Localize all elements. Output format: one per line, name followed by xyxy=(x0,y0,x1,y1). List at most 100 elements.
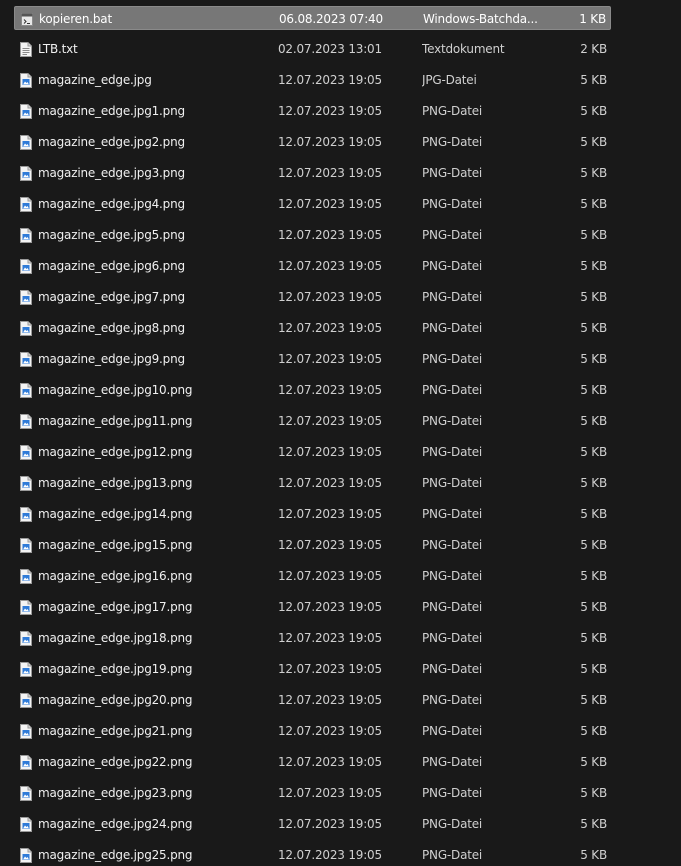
file-row[interactable]: magazine_edge.jpg5.png 12.07.2023 19:05 PN… xyxy=(14,223,611,247)
file-row[interactable]: magazine_edge.jpg20.png 12.07.2023 19:05 P… xyxy=(14,688,611,712)
batch-file-icon xyxy=(21,13,33,26)
image-file-icon xyxy=(20,507,32,522)
file-date: 12.07.2023 19:05 xyxy=(278,693,382,707)
text-file-icon xyxy=(20,42,32,57)
file-type: JPG-Datei xyxy=(422,73,477,87)
file-row[interactable]: magazine_edge.jpg12.png 12.07.2023 19:05 P… xyxy=(14,440,611,464)
file-size: 5 KB xyxy=(580,228,607,242)
file-date: 12.07.2023 19:05 xyxy=(278,104,382,118)
file-row[interactable]: LTB.txt 02.07.2023 13:01 Textdokument 2 KB xyxy=(14,37,611,61)
image-file-icon xyxy=(20,228,32,243)
image-file-icon xyxy=(20,166,32,181)
file-date: 12.07.2023 19:05 xyxy=(278,414,382,428)
file-row[interactable]: magazine_edge.jpg2.png 12.07.2023 19:05 PN… xyxy=(14,130,611,154)
file-name: magazine_edge.jpg3.png xyxy=(38,166,185,180)
file-type: PNG-Datei xyxy=(422,724,483,738)
file-type: PNG-Datei xyxy=(422,631,483,645)
file-type: PNG-Datei xyxy=(422,383,483,397)
file-row[interactable]: magazine_edge.jpg17.png 12.07.2023 19:05 P… xyxy=(14,595,611,619)
file-size: 5 KB xyxy=(580,817,607,831)
file-type: PNG-Datei xyxy=(422,352,483,366)
file-name: magazine_edge.jpg12.png xyxy=(38,445,193,459)
file-date: 02.07.2023 13:01 xyxy=(278,42,382,56)
file-date: 12.07.2023 19:05 xyxy=(278,383,382,397)
file-row[interactable]: magazine_edge.jpg22.png 12.07.2023 19:05 P… xyxy=(14,750,611,774)
file-name: magazine_edge.jpg24.png xyxy=(38,817,193,831)
file-row[interactable]: magazine_edge.jpg1.png 12.07.2023 19:05 PN… xyxy=(14,99,611,123)
file-name: magazine_edge.jpg13.png xyxy=(38,476,193,490)
file-date: 12.07.2023 19:05 xyxy=(278,848,382,862)
file-type: PNG-Datei xyxy=(422,848,483,862)
image-file-icon xyxy=(20,104,32,119)
file-row[interactable]: magazine_edge.jpg23.png 12.07.2023 19:05 P… xyxy=(14,781,611,805)
file-row[interactable]: magazine_edge.jpg11.png 12.07.2023 19:05 P… xyxy=(14,409,611,433)
image-file-icon xyxy=(20,290,32,305)
file-size: 5 KB xyxy=(580,662,607,676)
file-list: kopieren.bat 06.08.2023 07:40 Windows-Batc… xyxy=(0,0,681,866)
file-row[interactable]: magazine_edge.jpg4.png 12.07.2023 19:05 PN… xyxy=(14,192,611,216)
file-date: 12.07.2023 19:05 xyxy=(278,724,382,738)
file-size: 5 KB xyxy=(580,352,607,366)
file-size: 5 KB xyxy=(580,197,607,211)
file-type: PNG-Datei xyxy=(422,786,483,800)
file-type: PNG-Datei xyxy=(422,104,483,118)
file-name: magazine_edge.jpg19.png xyxy=(38,662,193,676)
file-size: 5 KB xyxy=(580,73,607,87)
file-row[interactable]: magazine_edge.jpg24.png 12.07.2023 19:05 P… xyxy=(14,812,611,836)
file-row[interactable]: magazine_edge.jpg7.png 12.07.2023 19:05 PN… xyxy=(14,285,611,309)
file-row[interactable]: magazine_edge.jpg13.png 12.07.2023 19:05 P… xyxy=(14,471,611,495)
file-row[interactable]: magazine_edge.jpg6.png 12.07.2023 19:05 PN… xyxy=(14,254,611,278)
image-file-icon xyxy=(20,724,32,739)
file-size: 5 KB xyxy=(580,693,607,707)
file-row[interactable]: magazine_edge.jpg14.png 12.07.2023 19:05 P… xyxy=(14,502,611,526)
file-row[interactable]: magazine_edge.jpg10.png 12.07.2023 19:05 P… xyxy=(14,378,611,402)
file-size: 5 KB xyxy=(580,445,607,459)
file-type: PNG-Datei xyxy=(422,414,483,428)
file-type: PNG-Datei xyxy=(422,476,483,490)
file-date: 12.07.2023 19:05 xyxy=(278,321,382,335)
file-name: magazine_edge.jpg15.png xyxy=(38,538,193,552)
file-size: 5 KB xyxy=(580,383,607,397)
file-date: 12.07.2023 19:05 xyxy=(278,507,382,521)
image-file-icon xyxy=(20,755,32,770)
file-type: PNG-Datei xyxy=(422,290,483,304)
file-row[interactable]: kopieren.bat 06.08.2023 07:40 Windows-Batc… xyxy=(14,6,611,30)
file-size: 5 KB xyxy=(580,290,607,304)
file-name: magazine_edge.jpg1.png xyxy=(38,104,185,118)
file-row[interactable]: magazine_edge.jpg18.png 12.07.2023 19:05 P… xyxy=(14,626,611,650)
file-date: 12.07.2023 19:05 xyxy=(278,259,382,273)
image-file-icon xyxy=(20,600,32,615)
file-date: 12.07.2023 19:05 xyxy=(278,600,382,614)
file-size: 5 KB xyxy=(580,631,607,645)
file-row[interactable]: magazine_edge.jpg3.png 12.07.2023 19:05 PN… xyxy=(14,161,611,185)
file-name: magazine_edge.jpg8.png xyxy=(38,321,185,335)
file-row[interactable]: magazine_edge.jpg 12.07.2023 19:05 JPG-Dat… xyxy=(14,68,611,92)
file-size: 5 KB xyxy=(580,569,607,583)
file-size: 5 KB xyxy=(580,321,607,335)
file-type: PNG-Datei xyxy=(422,228,483,242)
file-type: PNG-Datei xyxy=(422,600,483,614)
file-size: 5 KB xyxy=(580,166,607,180)
file-row[interactable]: magazine_edge.jpg19.png 12.07.2023 19:05 P… xyxy=(14,657,611,681)
image-file-icon xyxy=(20,817,32,832)
file-name: magazine_edge.jpg11.png xyxy=(38,414,193,428)
image-file-icon xyxy=(20,321,32,336)
file-type: Textdokument xyxy=(422,42,505,56)
file-name: kopieren.bat xyxy=(39,12,112,26)
file-row[interactable]: magazine_edge.jpg9.png 12.07.2023 19:05 PN… xyxy=(14,347,611,371)
file-size: 5 KB xyxy=(580,848,607,862)
file-row[interactable]: magazine_edge.jpg8.png 12.07.2023 19:05 PN… xyxy=(14,316,611,340)
file-date: 12.07.2023 19:05 xyxy=(278,755,382,769)
file-row[interactable]: magazine_edge.jpg16.png 12.07.2023 19:05 P… xyxy=(14,564,611,588)
file-name: magazine_edge.jpg17.png xyxy=(38,600,193,614)
file-name: magazine_edge.jpg xyxy=(38,73,152,87)
file-date: 12.07.2023 19:05 xyxy=(278,538,382,552)
file-row[interactable]: magazine_edge.jpg15.png 12.07.2023 19:05 P… xyxy=(14,533,611,557)
file-name: magazine_edge.jpg4.png xyxy=(38,197,185,211)
file-name: magazine_edge.jpg9.png xyxy=(38,352,185,366)
file-name: magazine_edge.jpg2.png xyxy=(38,135,185,149)
file-row[interactable]: magazine_edge.jpg21.png 12.07.2023 19:05 P… xyxy=(14,719,611,743)
file-date: 12.07.2023 19:05 xyxy=(278,228,382,242)
file-type: PNG-Datei xyxy=(422,538,483,552)
file-row[interactable]: magazine_edge.jpg25.png 12.07.2023 19:05 P… xyxy=(14,843,611,866)
